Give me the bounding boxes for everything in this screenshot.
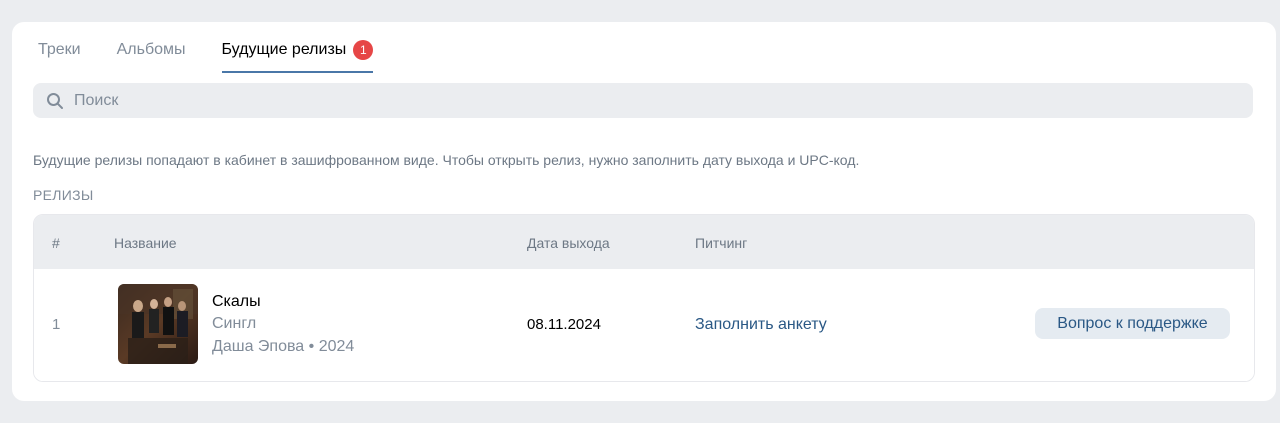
- support-question-button[interactable]: Вопрос к поддержке: [1035, 308, 1230, 339]
- tab-albums[interactable]: Альбомы: [117, 40, 186, 71]
- support-question-label: Вопрос к поддержке: [1057, 314, 1208, 332]
- tab-albums-label: Альбомы: [116, 41, 186, 58]
- release-date: 08.11.2024: [527, 316, 601, 333]
- table-header: # Название Дата выхода Питчинг: [34, 215, 1254, 269]
- search-bar: [33, 83, 1253, 118]
- search-icon: [46, 92, 64, 110]
- row-number: 1: [52, 316, 61, 333]
- section-title: РЕЛИЗЫ: [33, 187, 94, 203]
- releases-card: Треки Альбомы Будущие релизы 1 Будущие р…: [12, 22, 1276, 401]
- search-input[interactable]: [72, 90, 1226, 111]
- header-date: Дата выхода: [527, 235, 610, 251]
- info-text: Будущие релизы попадают в кабинет в заши…: [33, 152, 860, 168]
- table-row: 1 Скалы Сингл Даша Эпова • 2024 08.11.20…: [34, 269, 1254, 381]
- tab-upcoming-releases[interactable]: Будущие релизы 1: [221, 40, 374, 73]
- fill-form-link[interactable]: Заполнить анкету: [695, 316, 827, 334]
- header-pitching: Питчинг: [695, 235, 748, 251]
- release-type: Сингл: [212, 315, 257, 332]
- tabs: Треки Альбомы Будущие релизы 1: [38, 40, 409, 73]
- releases-table: # Название Дата выхода Питчинг 1 Скалы С…: [33, 214, 1255, 382]
- tab-tracks-label: Треки: [38, 41, 81, 58]
- header-num: #: [52, 235, 60, 251]
- release-title[interactable]: Скалы: [212, 293, 261, 311]
- release-artist-year: Даша Эпова • 2024: [212, 338, 355, 355]
- tab-tracks[interactable]: Треки: [38, 40, 81, 71]
- count-badge: 1: [353, 40, 374, 60]
- header-name: Название: [114, 235, 177, 251]
- release-cover-image: [118, 284, 198, 364]
- tab-upcoming-releases-label: Будущие релизы: [221, 41, 347, 58]
